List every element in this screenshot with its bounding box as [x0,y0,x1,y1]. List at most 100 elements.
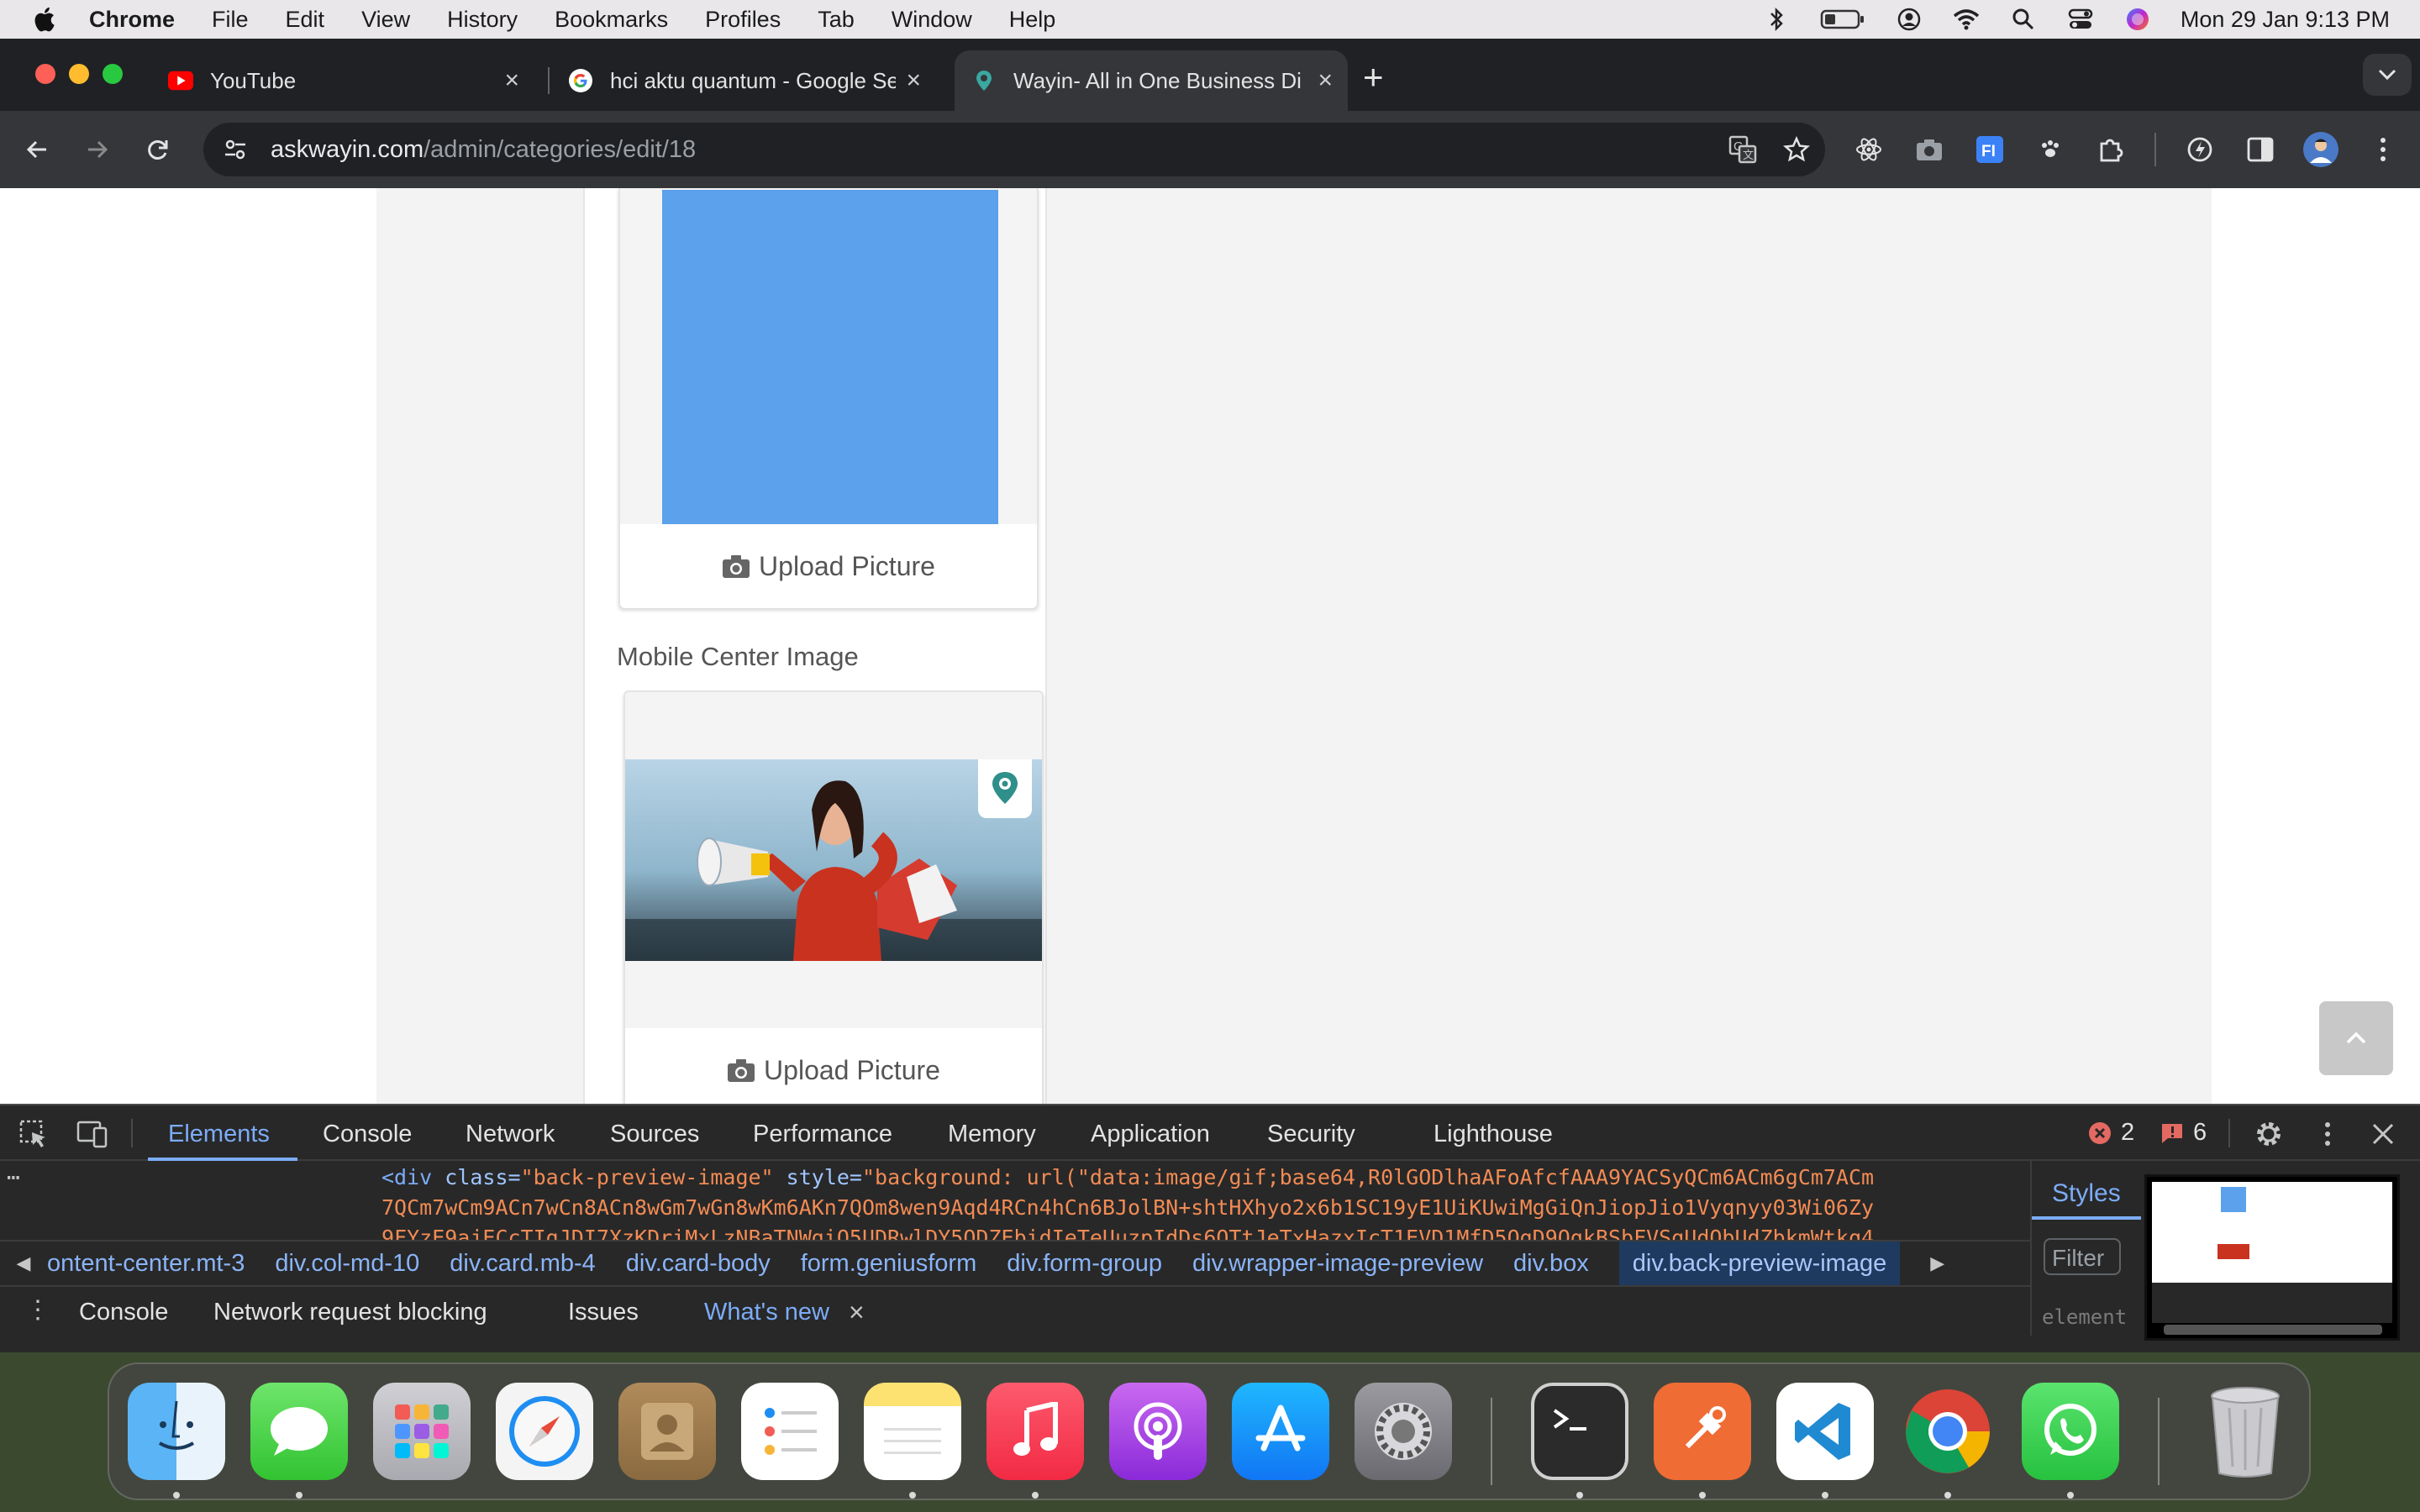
extensions-puzzle-icon[interactable] [2091,129,2131,170]
tab-network[interactable]: Network [466,1121,555,1148]
tab-google-search[interactable]: hci aktu quantum - Google Se × [553,50,936,111]
side-panel-icon[interactable] [2240,129,2281,170]
screenshot-camera-icon[interactable] [1909,129,1949,170]
chrome-icon[interactable] [1899,1383,1996,1480]
menu-edit[interactable]: Edit [286,7,325,33]
tab-performance[interactable]: Performance [753,1121,892,1148]
notes-icon[interactable] [864,1383,961,1480]
messages-icon[interactable] [250,1383,348,1480]
close-drawer-tab-icon[interactable]: × [849,1297,865,1328]
fi-extension-icon[interactable]: FI [1970,129,2010,170]
dom-line[interactable]: <div class="back-preview-image" style="b… [381,1163,1874,1193]
drawer-tab-issues[interactable]: Issues [568,1299,639,1326]
dom-line[interactable]: 7QCm7wCm9ACn7wCn8ACn8wGm7wGn8wKm6AKn7QOm… [381,1193,1874,1223]
system-settings-icon[interactable] [1355,1383,1452,1480]
close-tab-icon[interactable]: × [504,66,519,95]
new-tab-button[interactable]: + [1363,57,1384,97]
music-icon[interactable] [986,1383,1084,1480]
menu-file[interactable]: File [212,7,249,33]
breadcrumb-item-selected[interactable]: div.back-preview-image [1618,1242,1901,1285]
tab-security[interactable]: Security [1267,1121,1355,1148]
apple-icon[interactable] [30,4,60,34]
tab-search-button[interactable] [2363,54,2412,96]
breadcrumb-item[interactable]: ontent-center.mt-3 [47,1250,245,1278]
postman-icon[interactable] [1654,1383,1751,1480]
zoom-window-button[interactable] [103,64,123,84]
tab-application[interactable]: Application [1091,1121,1210,1148]
address-bar[interactable]: askwayin.com/admin/categories/edit/18 G文 [203,123,1825,176]
app-store-icon[interactable] [1232,1383,1329,1480]
battery-icon[interactable] [1819,7,1866,32]
trash-icon[interactable] [2196,1383,2294,1480]
spotlight-icon[interactable] [2009,7,2038,32]
whatsapp-icon[interactable] [2022,1383,2119,1480]
breadcrumb-scroll-right-icon[interactable]: ▶ [1930,1252,1944,1274]
screenshot-thumbnail-preview[interactable] [2144,1174,2400,1341]
safari-icon[interactable] [496,1383,593,1480]
tab-youtube[interactable]: YouTube × [151,50,534,111]
issue-count[interactable]: 6 [2160,1119,2207,1147]
terminal-icon[interactable] [1531,1383,1628,1480]
user-icon[interactable] [1895,7,1923,32]
chrome-menu-icon[interactable] [2363,129,2403,170]
menu-profiles[interactable]: Profiles [705,7,781,33]
control-center-icon[interactable] [2066,7,2095,32]
node-menu-dots[interactable]: ⋯ [7,1163,20,1193]
contacts-icon[interactable] [618,1383,716,1480]
profile-avatar[interactable] [2301,129,2341,170]
close-window-button[interactable] [35,64,55,84]
menu-app-name[interactable]: Chrome [89,7,175,33]
tab-lighthouse[interactable]: Lighthouse [1434,1121,1553,1148]
more-options-icon[interactable] [2311,1117,2344,1151]
drawer-tab-network-request-blocking[interactable]: Network request blocking [213,1299,487,1326]
minimize-window-button[interactable] [69,64,89,84]
forward-button[interactable] [77,129,118,170]
url-text[interactable]: askwayin.com/admin/categories/edit/18 [271,136,696,164]
upload-picture-button[interactable]: Upload Picture [625,1028,1042,1104]
performance-icon[interactable] [2180,129,2220,170]
bookmark-star-icon[interactable] [1780,133,1813,166]
site-info-icon[interactable] [218,133,252,166]
scroll-to-top-button[interactable] [2319,1001,2393,1075]
styles-filter-input[interactable]: Filter [2044,1238,2121,1275]
styles-tab[interactable]: Styles [2052,1179,2121,1208]
tab-wayin[interactable]: Wayin- All in One Business Di × [955,50,1348,111]
drawer-menu-icon[interactable]: ⋮ [25,1295,50,1325]
wifi-icon[interactable] [1952,7,1981,32]
breadcrumb-item[interactable]: div.form-group [1007,1250,1162,1278]
clock[interactable]: Mon 29 Jan 9:13 PM [2181,7,2390,33]
podcasts-icon[interactable] [1109,1383,1207,1480]
menu-tab[interactable]: Tab [818,7,855,33]
close-tab-icon[interactable]: × [906,66,921,95]
breadcrumb-item[interactable]: div.col-md-10 [275,1250,419,1278]
siri-icon[interactable] [2123,7,2152,32]
menu-help[interactable]: Help [1009,7,1056,33]
drawer-tab-console[interactable]: Console [79,1299,168,1326]
tab-console[interactable]: Console [323,1121,412,1148]
settings-gear-icon[interactable] [2252,1117,2286,1151]
finder-icon[interactable] [128,1383,225,1480]
dom-line[interactable]: 9FYzE9ajECcTIgJDI7XzKDriMxLzNBaTNWgiQ5UD… [381,1223,1874,1240]
tab-sources[interactable]: Sources [610,1121,699,1148]
translate-icon[interactable]: G文 [1726,133,1760,166]
elements-dom-tree[interactable]: ⋯ <div class="back-preview-image" style=… [0,1161,2030,1240]
back-button[interactable] [17,129,57,170]
reload-button[interactable] [138,129,178,170]
upload-picture-button[interactable]: Upload Picture [620,524,1037,608]
close-devtools-icon[interactable] [2366,1117,2400,1151]
reminders-icon[interactable] [741,1383,839,1480]
close-tab-icon[interactable]: × [1318,66,1333,95]
breadcrumb-item[interactable]: div.box [1513,1250,1589,1278]
breadcrumb-item[interactable]: div.wrapper-image-preview [1192,1250,1483,1278]
inspect-element-icon[interactable] [17,1117,50,1151]
device-toolbar-icon[interactable] [76,1117,109,1151]
menu-bookmarks[interactable]: Bookmarks [555,7,668,33]
react-devtools-icon[interactable] [1849,129,1889,170]
tab-memory[interactable]: Memory [948,1121,1036,1148]
menu-window[interactable]: Window [892,7,972,33]
breadcrumb-scroll-left-icon[interactable]: ◀ [0,1252,47,1274]
breadcrumb-item[interactable]: form.geniusform [801,1250,977,1278]
breadcrumb-item[interactable]: div.card-body [626,1250,771,1278]
vscode-icon[interactable] [1776,1383,1874,1480]
bluetooth-icon[interactable] [1762,7,1791,32]
